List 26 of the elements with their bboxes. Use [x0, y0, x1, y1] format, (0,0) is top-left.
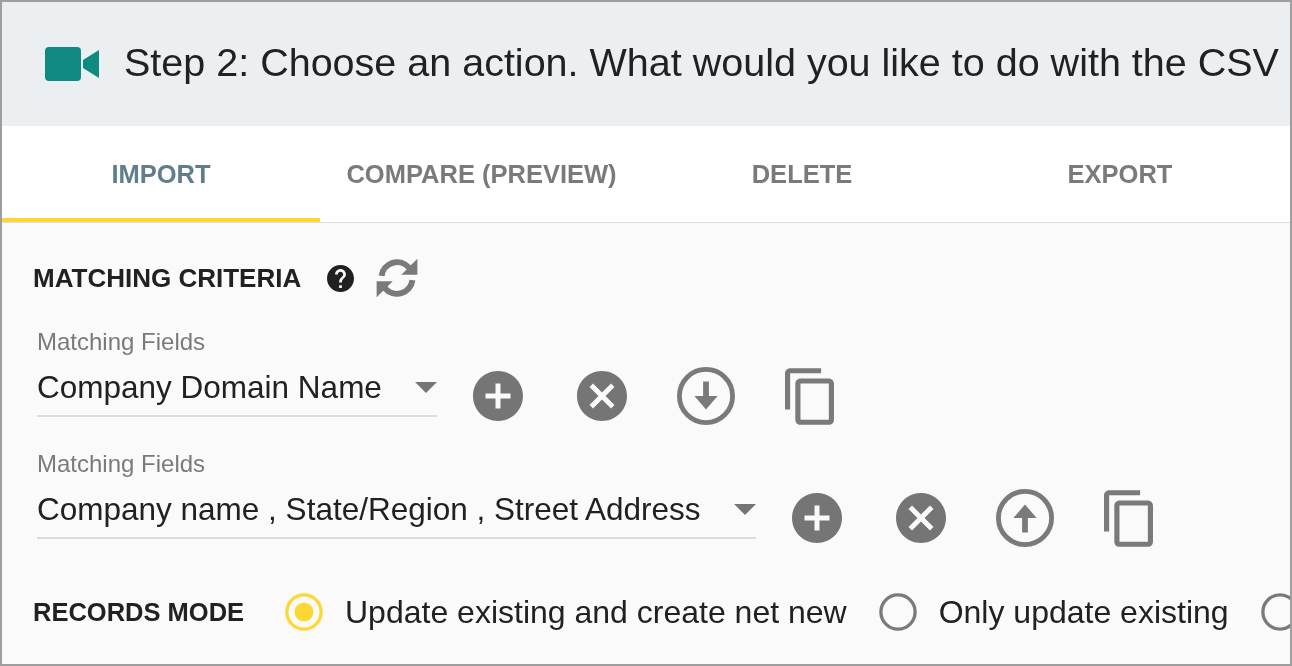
field-label: Matching Fields	[37, 328, 206, 356]
copy-icon	[785, 367, 835, 425]
page-title: Step 2: Choose an action. What would you like to do with the CSV	[124, 39, 1279, 85]
tab[interactable]: IMPORT	[2, 126, 320, 222]
move-up-button[interactable]	[994, 488, 1055, 548]
refresh-icon	[376, 257, 419, 299]
arrow-down-circle-icon	[676, 367, 735, 425]
arrow-up-circle-icon	[995, 489, 1054, 547]
section-title: RECORDS MODE	[33, 597, 246, 627]
field-label: Matching Fields	[37, 450, 206, 478]
refresh-button[interactable]	[376, 257, 419, 299]
select-field[interactable]: Company name , State/Region , Street Address	[37, 489, 756, 539]
tab[interactable]: COMPARE (PREVIEW)	[320, 126, 643, 222]
video-camera-icon	[45, 47, 99, 81]
select-field[interactable]: Company Domain Name	[37, 367, 437, 417]
radio-option[interactable]: Only update existing	[878, 593, 1229, 631]
tab[interactable]: EXPORT	[961, 126, 1279, 222]
copy-icon	[1104, 489, 1154, 547]
radio-option[interactable]: Update existing and create net new	[285, 593, 847, 631]
move-down-button[interactable]	[675, 366, 736, 426]
caret-icon	[733, 503, 756, 515]
section-title: MATCHING CRITERIA	[33, 262, 302, 294]
help-icon[interactable]	[327, 264, 355, 292]
radio-icon[interactable]	[1260, 593, 1290, 631]
tab[interactable]: DELETE	[643, 126, 961, 222]
caret-icon	[414, 381, 437, 393]
